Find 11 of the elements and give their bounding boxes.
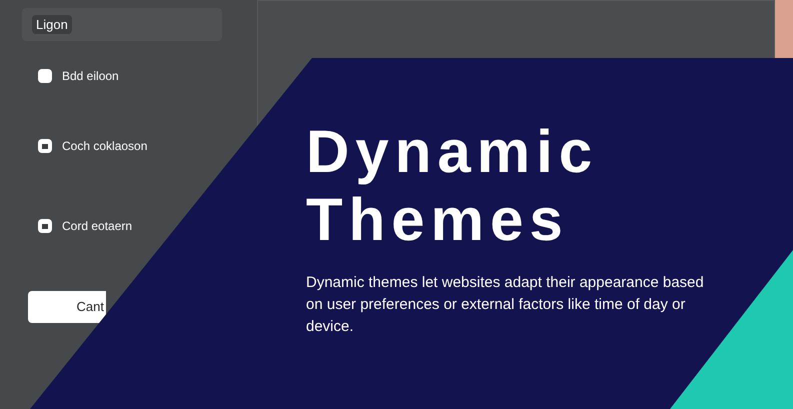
- hero-title: Dynamic: [306, 118, 598, 186]
- panel-title: Ligon: [32, 14, 72, 34]
- option-label: Cord eotaern: [62, 218, 132, 235]
- checkbox[interactable]: [38, 219, 52, 233]
- option-label: Bdd eiloon: [62, 68, 119, 85]
- action-button[interactable]: Cant: [28, 291, 106, 323]
- checkbox[interactable]: [38, 69, 52, 83]
- checkbox[interactable]: [38, 139, 52, 153]
- hero-description: Dynamic themes let websites adapt their appearance based on user preferences or external factors like time of day or device.: [306, 273, 705, 337]
- option-label: Coch coklaoson: [62, 138, 148, 155]
- hero-title: Themes: [306, 186, 569, 254]
